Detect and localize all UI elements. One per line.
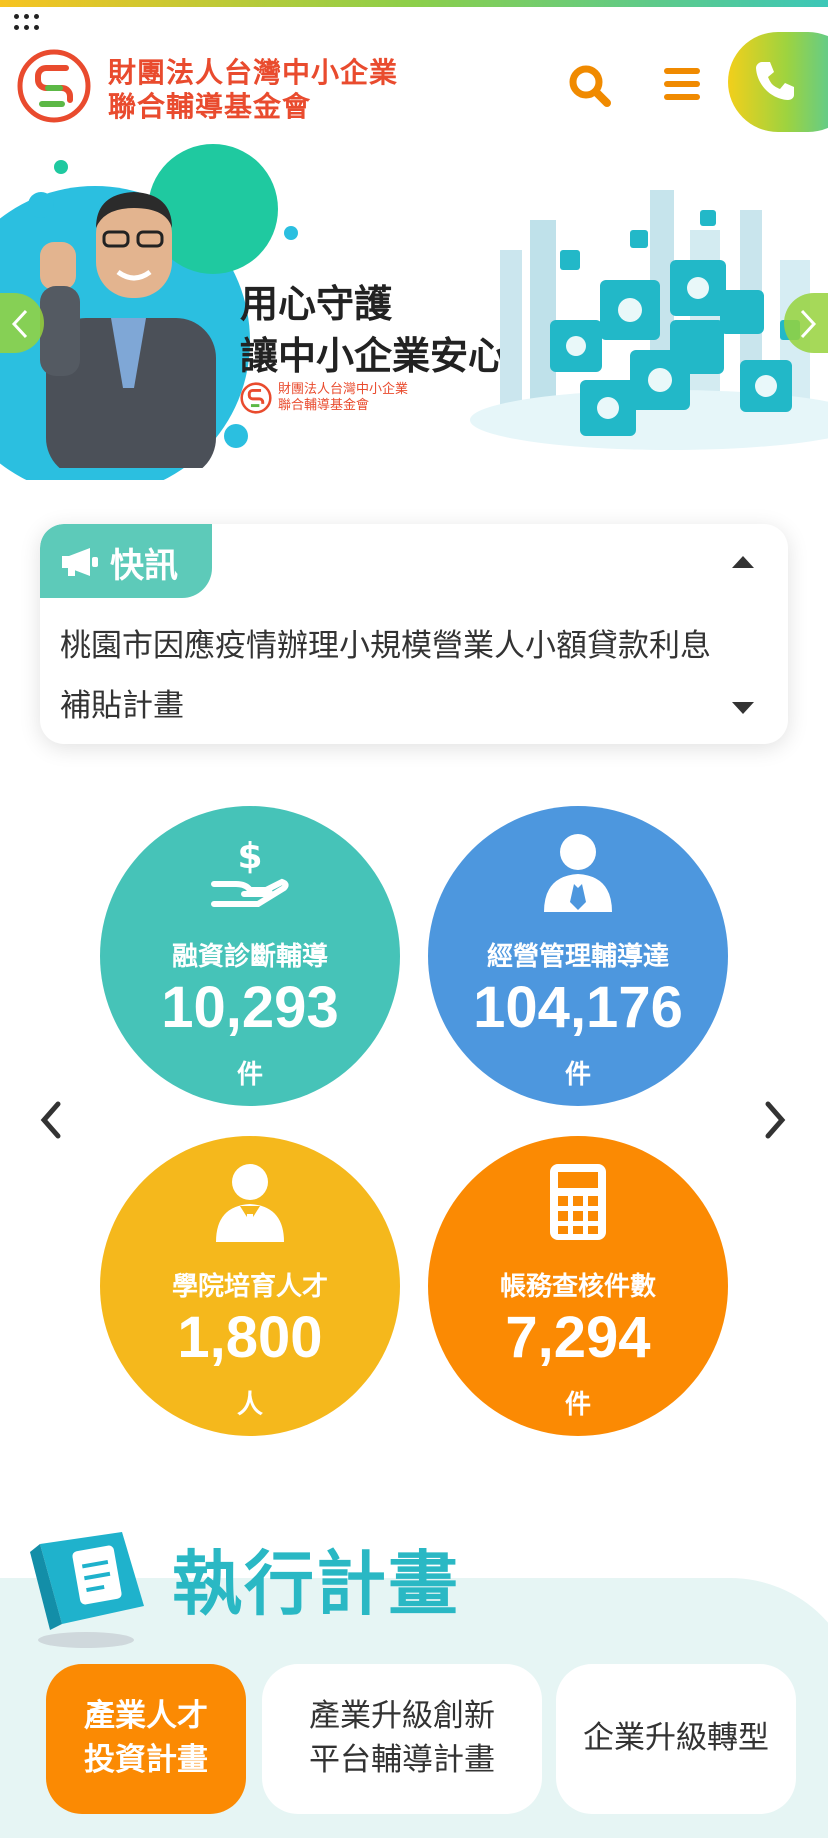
tab-label-line2: 投資計畫 [84,1742,208,1778]
search-icon[interactable] [568,64,612,108]
spokesperson-image [40,192,216,468]
tab-label-line2: 平台輔導計畫 [309,1742,495,1778]
smeg-logo-icon[interactable] [16,48,92,124]
stat-financing-diagnosis[interactable]: $ 融資診斷輔導 10,293 件 [100,806,400,1106]
stats-prev-chevron-icon[interactable] [34,1098,68,1142]
calculator-icon [550,1164,606,1240]
chevron-left-icon [11,309,28,339]
tab-label-line1: 產業人才 [84,1698,208,1734]
stats-next-chevron-icon[interactable] [758,1098,792,1142]
person-icon [216,1164,284,1242]
news-tag-label: 快訊 [110,546,178,586]
stat-unit: 件 [564,1060,591,1090]
consultant-icon [544,834,612,912]
city-cubes-illustration [470,190,828,450]
stat-unit: 件 [564,1390,591,1420]
news-tag: 快訊 [40,524,212,598]
top-accent-bar [0,0,828,7]
banner-org-logo: 財團法人台灣中小企業 聯合輔導基金會 [240,382,408,414]
caret-up-icon[interactable] [730,554,756,570]
hamburger-menu-icon[interactable] [664,68,700,102]
projects-title: 執行計畫 [172,1543,460,1625]
banner-logo-line1: 財團法人台灣中小企業 [278,382,409,397]
megaphone-icon [62,548,98,576]
stat-value: 7,294 [505,1305,651,1370]
banner-decoration [284,226,298,240]
stat-management-consulting[interactable]: 經營管理輔導達 104,176 件 [428,806,728,1106]
banner-logo-line2: 聯合輔導基金會 [278,398,370,413]
svg-text:$: $ [237,836,262,877]
stat-label: 學院培育人才 [171,1272,328,1302]
stat-unit: 件 [236,1060,263,1090]
stat-value: 1,800 [177,1305,323,1370]
chevron-right-icon [800,309,817,339]
smeg-logo-icon [240,382,272,414]
hero-banner[interactable]: 用心守護 讓中小企業安心 財團法人台灣中小企業 聯合輔導基金會 [0,140,828,480]
stat-label: 帳務查核件數 [499,1272,656,1302]
stat-label: 經營管理輔導達 [486,942,669,972]
tab-label-line1: 產業升級創新 [309,1698,495,1734]
caret-down-icon[interactable] [730,700,756,716]
money-hand-icon: $ [211,836,289,907]
news-headline[interactable]: 桃園市因應疫情辦理小規模營業人小額貸款利息補貼計畫 [60,616,720,736]
tab-label-line1: 企業升級轉型 [583,1720,769,1756]
org-name-line2: 聯合輔導基金會 [108,90,312,123]
stat-value: 10,293 [161,975,339,1040]
org-name-line1: 財團法人台灣中小企業 [108,56,399,89]
news-ticker-card: 快訊 桃園市因應疫情辦理小規模營業人小額貸款利息補貼計畫 [40,524,788,744]
stat-unit: 人 [236,1390,263,1420]
clipboard-cube-icon [30,1532,144,1648]
stat-value: 104,176 [473,975,683,1040]
stat-academy-talent[interactable]: 學院培育人才 1,800 人 [100,1136,400,1436]
phone-icon [756,62,794,100]
banner-decoration [224,424,248,448]
org-name[interactable]: 財團法人台灣中小企業 聯合輔導基金會 [108,56,398,124]
stat-audit-cases[interactable]: 帳務查核件數 7,294 件 [428,1136,728,1436]
stat-label: 融資診斷輔導 [171,942,328,972]
status-dots-icon [14,14,40,36]
phone-button[interactable] [728,32,828,132]
